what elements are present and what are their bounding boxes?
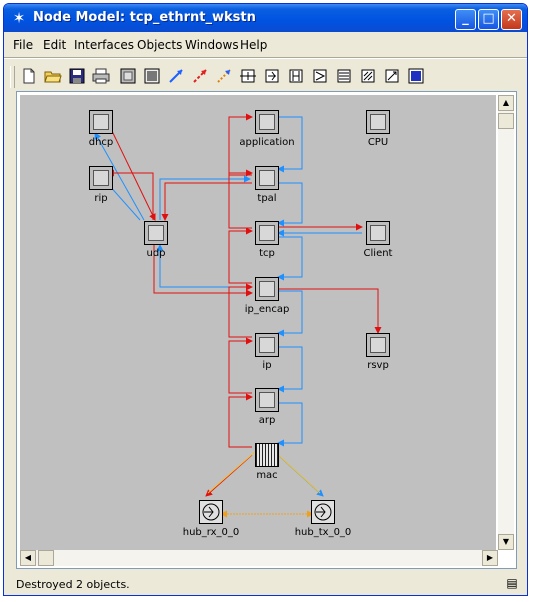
node-hub-rx[interactable] [199, 500, 223, 524]
node-rip-label: rip [94, 193, 108, 204]
node-hub-tx-label: hub_tx_0_0 [294, 527, 352, 538]
horizontal-scroll-thumb[interactable] [38, 550, 54, 566]
queue-node-icon[interactable] [143, 67, 161, 85]
packet-stream-icon[interactable] [167, 67, 185, 85]
menu-bar: File Edit Interfaces Objects Windows Hel… [4, 34, 527, 56]
node-client[interactable] [366, 221, 390, 245]
menu-windows[interactable]: Windows [185, 38, 239, 52]
scroll-left-button[interactable]: ◀ [20, 550, 36, 566]
menu-help[interactable]: Help [240, 38, 267, 52]
create-queue-icon[interactable] [407, 67, 425, 85]
horizontal-scrollbar[interactable]: ◀ ▶ [20, 550, 498, 566]
scroll-right-button[interactable]: ▶ [482, 550, 498, 566]
open-icon[interactable] [44, 67, 62, 85]
node-udp[interactable] [144, 221, 168, 245]
resize-grip-icon[interactable]: ▤ [504, 576, 520, 592]
node-rsvp-label: rsvp [367, 360, 389, 371]
scroll-up-button[interactable]: ▲ [498, 95, 514, 111]
save-icon[interactable] [68, 67, 86, 85]
statistic-wire-icon[interactable] [191, 67, 209, 85]
toolbar [4, 60, 527, 92]
toolbar-grip[interactable] [10, 66, 15, 88]
node-cpu[interactable] [366, 110, 390, 134]
create-node-icon[interactable] [239, 67, 257, 85]
create-bus-receiver-icon[interactable] [311, 67, 329, 85]
create-receiver-icon[interactable] [263, 67, 281, 85]
create-transmitter-icon[interactable] [287, 67, 305, 85]
node-dhcp-label: dhcp [88, 137, 114, 148]
logical-association-icon[interactable] [215, 67, 233, 85]
create-radio-icon[interactable] [359, 67, 377, 85]
node-cpu-label: CPU [367, 137, 389, 148]
new-icon[interactable] [20, 67, 38, 85]
menu-file[interactable]: File [13, 38, 33, 52]
vertical-scrollbar[interactable]: ▲ ▼ [498, 95, 514, 550]
node-model-window: ✶ Node Model: tcp_ethrnt_wkstn _ □ ✕ Fil… [3, 3, 528, 596]
node-tcp-label: tcp [259, 248, 275, 259]
node-hub-rx-label: hub_rx_0_0 [182, 527, 240, 538]
close-button[interactable]: ✕ [501, 9, 522, 30]
node-arp[interactable] [255, 388, 279, 412]
window-title: Node Model: tcp_ethrnt_wkstn [33, 10, 256, 25]
status-message: Destroyed 2 objects. [16, 578, 130, 591]
node-client-label: Client [363, 248, 393, 259]
editor-frame: dhcp rip udp application CPU tpal tcp Cl… [16, 91, 517, 569]
vertical-scroll-thumb[interactable] [498, 113, 514, 129]
node-hub-tx[interactable] [311, 500, 335, 524]
node-application-label: application [239, 137, 295, 148]
node-dhcp[interactable] [89, 110, 113, 134]
node-mac-label: mac [256, 470, 278, 481]
node-editor-canvas[interactable]: dhcp rip udp application CPU tpal tcp Cl… [20, 95, 496, 550]
maximize-button[interactable]: □ [478, 9, 499, 30]
node-udp-label: udp [146, 248, 166, 259]
node-ip-label: ip [262, 360, 272, 371]
receiver-icon [202, 503, 220, 521]
node-tpal[interactable] [255, 166, 279, 190]
node-arp-label: arp [258, 415, 276, 426]
node-ip[interactable] [255, 333, 279, 357]
node-mac[interactable] [255, 443, 279, 467]
menu-separator [4, 57, 527, 59]
title-bar[interactable]: ✶ Node Model: tcp_ethrnt_wkstn _ □ ✕ [4, 4, 527, 32]
scroll-down-button[interactable]: ▼ [498, 534, 514, 550]
print-icon[interactable] [92, 67, 110, 85]
node-rip[interactable] [89, 166, 113, 190]
status-bar: Destroyed 2 objects. ▤ [4, 573, 527, 595]
minimize-button[interactable]: _ [455, 9, 476, 30]
stream-connections [94, 113, 382, 518]
create-bus-transmitter-icon[interactable] [335, 67, 353, 85]
fixed-node-icon[interactable] [119, 67, 137, 85]
node-ip-encap[interactable] [255, 277, 279, 301]
menu-edit[interactable]: Edit [43, 38, 66, 52]
node-tpal-label: tpal [257, 193, 277, 204]
menu-interfaces[interactable]: Interfaces [74, 38, 134, 52]
menu-objects[interactable]: Objects [137, 38, 182, 52]
node-ip-encap-label: ip_encap [244, 304, 290, 315]
app-icon: ✶ [12, 9, 26, 27]
create-antenna-icon[interactable] [383, 67, 401, 85]
transmitter-icon [314, 503, 332, 521]
node-application[interactable] [255, 110, 279, 134]
node-rsvp[interactable] [366, 333, 390, 357]
node-tcp[interactable] [255, 221, 279, 245]
